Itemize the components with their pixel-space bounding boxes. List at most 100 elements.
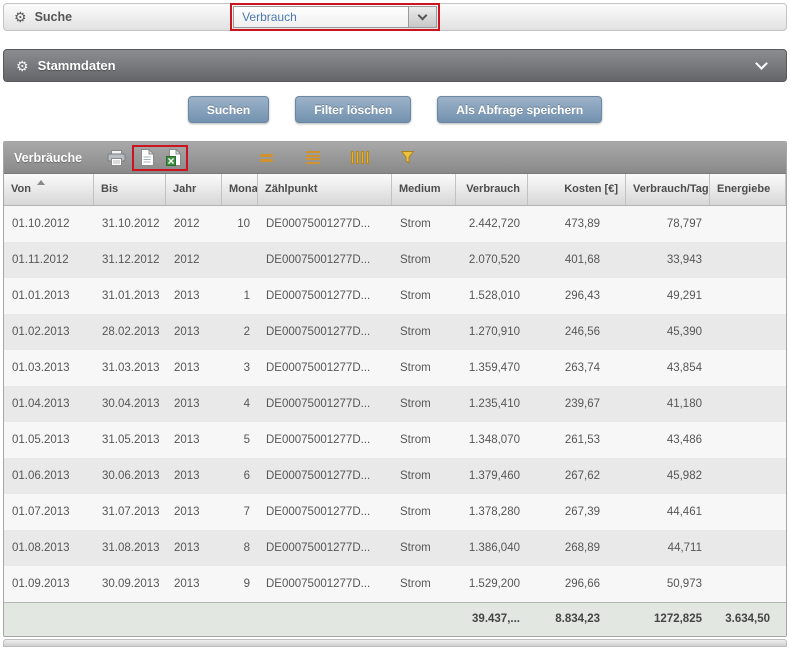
cell-von: 01.06.2013 <box>4 458 94 494</box>
summary-rows-icon[interactable] <box>256 148 276 168</box>
cell-zaehlpunkt: DE00075001277D... <box>258 422 392 458</box>
cell-zaehlpunkt: DE00075001277D... <box>258 350 392 386</box>
column-header-zaehlpunkt[interactable]: Zählpunkt <box>258 174 392 205</box>
summary-energie: 3.634,50 <box>710 603 786 636</box>
suche-type-dropdown[interactable]: Verbrauch <box>233 6 437 28</box>
cell-von: 01.09.2013 <box>4 566 94 602</box>
cell-jahr: 2013 <box>166 350 222 386</box>
cell-zaehlpunkt: DE00075001277D... <box>258 566 392 602</box>
column-header-jahr[interactable]: Jahr <box>166 174 222 205</box>
cell-bis: 31.10.2012 <box>94 206 166 242</box>
suche-panel-title: Suche <box>35 10 73 24</box>
dropdown-chevron-button[interactable] <box>408 7 436 27</box>
sort-asc-icon <box>37 180 45 185</box>
cell-jahr: 2013 <box>166 278 222 314</box>
suchen-button[interactable]: Suchen <box>188 96 269 123</box>
stammdaten-panel-header[interactable]: ⚙ Stammdaten <box>3 49 787 82</box>
cell-jahr: 2013 <box>166 566 222 602</box>
cell-von: 01.04.2013 <box>4 386 94 422</box>
list-view-icon[interactable] <box>303 148 323 168</box>
summary-monat <box>222 603 258 636</box>
cell-jahr: 2013 <box>166 386 222 422</box>
table-row[interactable]: 01.10.201231.10.2012201210DE00075001277D… <box>4 206 786 242</box>
cell-verbrauch: 1.378,280 <box>456 494 528 530</box>
export-excel-icon[interactable] <box>163 148 183 168</box>
cell-monat: 1 <box>222 278 258 314</box>
cell-verbrauch: 1.529,200 <box>456 566 528 602</box>
cell-jahr: 2013 <box>166 314 222 350</box>
als-abfrage-speichern-button[interactable]: Als Abfrage speichern <box>437 96 602 123</box>
cell-zaehlpunkt: DE00075001277D... <box>258 242 392 278</box>
columns-icon[interactable] <box>350 148 370 168</box>
cell-energie <box>710 530 786 566</box>
cell-kosten: 268,89 <box>528 530 626 566</box>
cell-energie <box>710 422 786 458</box>
print-icon[interactable] <box>106 148 126 168</box>
summary-bis <box>94 603 166 636</box>
cell-zaehlpunkt: DE00075001277D... <box>258 206 392 242</box>
cell-verbrauch: 2.070,520 <box>456 242 528 278</box>
table-row[interactable]: 01.08.201331.08.201320138DE00075001277D.… <box>4 530 786 566</box>
cell-kosten: 296,43 <box>528 278 626 314</box>
suche-panel-header[interactable]: ⚙ Suche Verbrauch <box>3 3 787 31</box>
cell-bis: 30.09.2013 <box>94 566 166 602</box>
filter-icon[interactable] <box>397 148 417 168</box>
cell-monat: 6 <box>222 458 258 494</box>
column-header-kosten[interactable]: Kosten [€] <box>528 174 626 205</box>
cell-von: 01.10.2012 <box>4 206 94 242</box>
chevron-down-icon[interactable] <box>755 57 768 70</box>
cell-jahr: 2013 <box>166 422 222 458</box>
cell-medium: Strom <box>392 422 456 458</box>
cell-kosten: 473,89 <box>528 206 626 242</box>
cell-energie <box>710 386 786 422</box>
column-header-verbrauch[interactable]: Verbrauch <box>456 174 528 205</box>
column-header-medium[interactable]: Medium <box>392 174 456 205</box>
cell-monat: 2 <box>222 314 258 350</box>
cell-medium: Strom <box>392 314 456 350</box>
column-header-energie[interactable]: Energiebe <box>710 174 786 205</box>
cell-zaehlpunkt: DE00075001277D... <box>258 278 392 314</box>
table-row[interactable]: 01.03.201331.03.201320133DE00075001277D.… <box>4 350 786 386</box>
cell-von: 01.03.2013 <box>4 350 94 386</box>
cell-medium: Strom <box>392 566 456 602</box>
cell-bis: 30.06.2013 <box>94 458 166 494</box>
cell-zaehlpunkt: DE00075001277D... <box>258 494 392 530</box>
table-row[interactable]: 01.06.201330.06.201320136DE00075001277D.… <box>4 458 786 494</box>
page: ⚙ Suche Verbrauch ⚙ Stammdaten Suchen Fi… <box>0 0 790 648</box>
filter-loeschen-button[interactable]: Filter löschen <box>295 96 411 123</box>
column-header-von[interactable]: Von <box>4 174 94 205</box>
cell-jahr: 2012 <box>166 242 222 278</box>
summary-von <box>4 603 94 636</box>
cell-kosten: 246,56 <box>528 314 626 350</box>
grid-header: VonBisJahrMonatZählpunktMediumVerbrauchK… <box>4 174 786 206</box>
table-row[interactable]: 01.02.201328.02.201320132DE00075001277D.… <box>4 314 786 350</box>
cell-verbrauch: 1.528,010 <box>456 278 528 314</box>
column-header-verbrauch_tag[interactable]: Verbrauch/Tag <box>626 174 710 205</box>
cell-verbrauch_tag: 41,180 <box>626 386 710 422</box>
table-row[interactable]: 01.09.201330.09.201320139DE00075001277D.… <box>4 566 786 602</box>
column-header-monat[interactable]: Monat <box>222 174 258 205</box>
cell-zaehlpunkt: DE00075001277D... <box>258 386 392 422</box>
chevron-down-icon <box>418 11 428 21</box>
cell-bis: 31.07.2013 <box>94 494 166 530</box>
table-row[interactable]: 01.05.201331.05.201320135DE00075001277D.… <box>4 422 786 458</box>
cell-verbrauch_tag: 44,461 <box>626 494 710 530</box>
table-row[interactable]: 01.11.201231.12.20122012DE00075001277D..… <box>4 242 786 278</box>
table-row[interactable]: 01.01.201331.01.201320131DE00075001277D.… <box>4 278 786 314</box>
grid-summary: 39.437,...8.834,231272,8253.634,50 <box>4 602 786 636</box>
export-report-icon[interactable] <box>137 148 157 168</box>
cell-zaehlpunkt: DE00075001277D... <box>258 530 392 566</box>
cell-medium: Strom <box>392 530 456 566</box>
cell-bis: 31.03.2013 <box>94 350 166 386</box>
table-row[interactable]: 01.07.201331.07.201320137DE00075001277D.… <box>4 494 786 530</box>
cell-zaehlpunkt: DE00075001277D... <box>258 314 392 350</box>
verbraeuche-grid: Verbräuche <box>3 141 787 637</box>
column-header-bis[interactable]: Bis <box>94 174 166 205</box>
grid-toolbar: Verbräuche <box>4 142 786 174</box>
cell-monat: 4 <box>222 386 258 422</box>
cell-bis: 31.05.2013 <box>94 422 166 458</box>
cell-medium: Strom <box>392 350 456 386</box>
table-row[interactable]: 01.04.201330.04.201320134DE00075001277D.… <box>4 386 786 422</box>
gear-icon: ⚙ <box>16 59 29 73</box>
cell-von: 01.07.2013 <box>4 494 94 530</box>
